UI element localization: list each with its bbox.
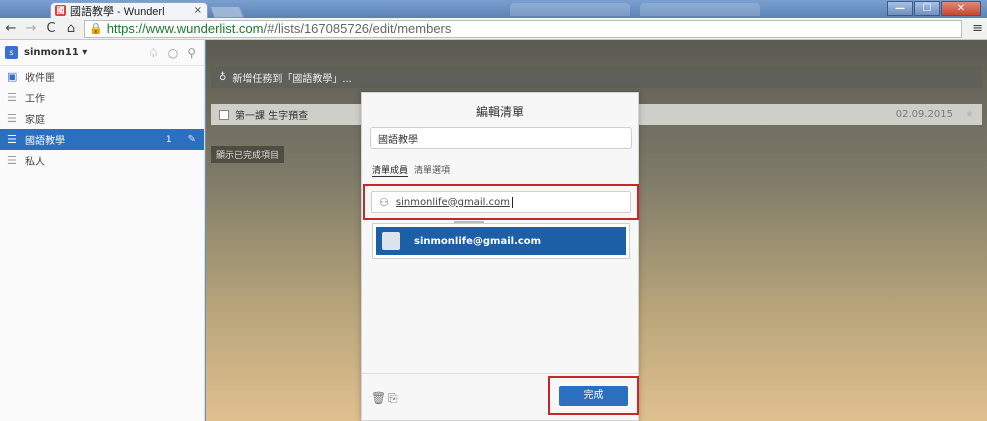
home-icon[interactable]: ⌂: [64, 21, 78, 36]
user-bar: s sinmon11 ▾ ♤ ○ ⚲: [0, 40, 204, 66]
address-bar[interactable]: 🔒 https://www.wunderlist.com/#/lists/167…: [84, 19, 963, 38]
task-checkbox[interactable]: [219, 109, 229, 120]
sidebar-item-label: 收件匣: [25, 73, 55, 84]
microphone-icon: ♁: [219, 72, 227, 83]
username-dropdown[interactable]: sinmon11 ▾: [24, 47, 87, 58]
comment-icon[interactable]: ○: [168, 46, 178, 60]
dialog-title: 編輯清單: [475, 105, 524, 119]
background-window-title: [510, 3, 630, 16]
add-task-bar[interactable]: ♁ 新增任務到「國語教學」...: [211, 67, 982, 88]
minimize-button[interactable]: —: [887, 1, 913, 16]
tab-close-icon[interactable]: ×: [194, 5, 202, 16]
list-icon: ☰: [7, 154, 17, 167]
dialog-footer: 🗑 ⎘ 完成: [362, 373, 639, 421]
sidebar-item-private[interactable]: ☰ 私人: [0, 150, 204, 171]
tab-list-options[interactable]: 清單選項: [414, 163, 450, 177]
wunderlist-favicon: 國: [55, 5, 66, 16]
browser-menu-icon[interactable]: ≡: [972, 21, 983, 36]
url-scheme: https://: [106, 21, 146, 36]
browser-titlebar: 國 國語教學 - Wunderl × — ☐ ✕: [0, 0, 987, 18]
email-input-value: sinmonlife@gmail.com: [395, 196, 510, 208]
sidebar-item-label: 私人: [25, 157, 45, 168]
tab-list-members[interactable]: 清單成員: [372, 163, 409, 177]
url-text: https://www.wunderlist.com/#/lists/16708…: [107, 21, 452, 36]
list-name-input[interactable]: 國語教學: [370, 127, 632, 149]
maximize-button[interactable]: ☐: [914, 1, 940, 16]
back-icon[interactable]: ←: [4, 21, 18, 36]
done-button[interactable]: 完成: [559, 386, 628, 406]
url-host: www.wunderlist.com: [145, 21, 264, 36]
list-icon: ☰: [7, 112, 17, 125]
sidebar-item-work[interactable]: ☰ 工作: [0, 87, 204, 108]
browser-tab[interactable]: 國 國語教學 - Wunderl ×: [50, 2, 208, 18]
reload-icon[interactable]: C: [44, 21, 58, 36]
suggestion-item[interactable]: sinmonlife@gmail.com: [376, 227, 626, 255]
avatar[interactable]: s: [5, 46, 18, 59]
suggestion-dropdown: sinmonlife@gmail.com: [372, 223, 630, 259]
sidebar-item-label: 國語教學: [25, 136, 65, 147]
task-due-date: 02.09.2015: [895, 109, 954, 120]
edit-list-pencil-icon[interactable]: ✎: [188, 134, 196, 145]
add-task-placeholder: 新增任務到「國語教學」...: [232, 74, 352, 85]
user-bar-icons: ♤ ○ ⚲: [148, 46, 196, 60]
task-title: 第一課 生字預查: [235, 111, 309, 122]
trash-icon[interactable]: 🗑: [371, 391, 386, 405]
close-window-button[interactable]: ✕: [941, 1, 981, 16]
wunderlist-sidebar: s sinmon11 ▾ ♤ ○ ⚲ ▣ 收件匣 ☰ 工作 ☰ 家庭 ☰ 國語教…: [0, 40, 205, 421]
duplicate-list-icon[interactable]: ⎘: [388, 391, 398, 406]
task-count-badge: 1: [165, 134, 172, 145]
browser-toolbar: ← → C ⌂ 🔒 https://www.wunderlist.com/#/l…: [0, 18, 987, 40]
tab-title: 國語教學 - Wunderl: [70, 5, 165, 18]
search-icon[interactable]: ⚲: [187, 46, 196, 60]
edit-list-dialog: 編輯清單 國語教學 清單成員 清單選項 ⚇ sinmonlife@gmail.c…: [361, 92, 639, 421]
url-path: /#/lists/167085726/edit/members: [263, 21, 452, 36]
lock-icon: 🔒: [89, 22, 103, 35]
sidebar-item-inbox[interactable]: ▣ 收件匣: [0, 66, 204, 87]
add-person-icon: ⚇: [379, 195, 389, 209]
member-email-input[interactable]: ⚇ sinmonlife@gmail.com: [371, 191, 631, 213]
star-icon[interactable]: ★: [965, 109, 974, 120]
new-tab-button[interactable]: [209, 6, 245, 18]
forward-icon[interactable]: →: [24, 21, 38, 36]
avatar: [382, 232, 400, 250]
done-highlight-box: 完成: [548, 376, 639, 415]
dialog-tabs: 清單成員 清單選項: [372, 163, 450, 177]
email-highlight-box: ⚇ sinmonlife@gmail.com: [363, 184, 639, 220]
sidebar-item-chinese-teaching[interactable]: ☰ 國語教學 1 ✎: [0, 129, 204, 150]
inbox-icon: ▣: [7, 70, 18, 83]
window-controls: — ☐ ✕: [887, 1, 981, 16]
text-caret: [511, 196, 513, 208]
show-completed-button[interactable]: 顯示已完成項目: [211, 146, 285, 163]
list-icon: ☰: [7, 133, 17, 146]
suggestion-email: sinmonlife@gmail.com: [414, 235, 542, 247]
sidebar-item-label: 工作: [25, 94, 45, 105]
bell-icon[interactable]: ♤: [148, 46, 159, 60]
list-icon: ☰: [7, 91, 17, 104]
background-window-title: [640, 3, 760, 16]
sidebar-item-family[interactable]: ☰ 家庭: [0, 108, 204, 129]
sidebar-item-label: 家庭: [25, 115, 45, 126]
